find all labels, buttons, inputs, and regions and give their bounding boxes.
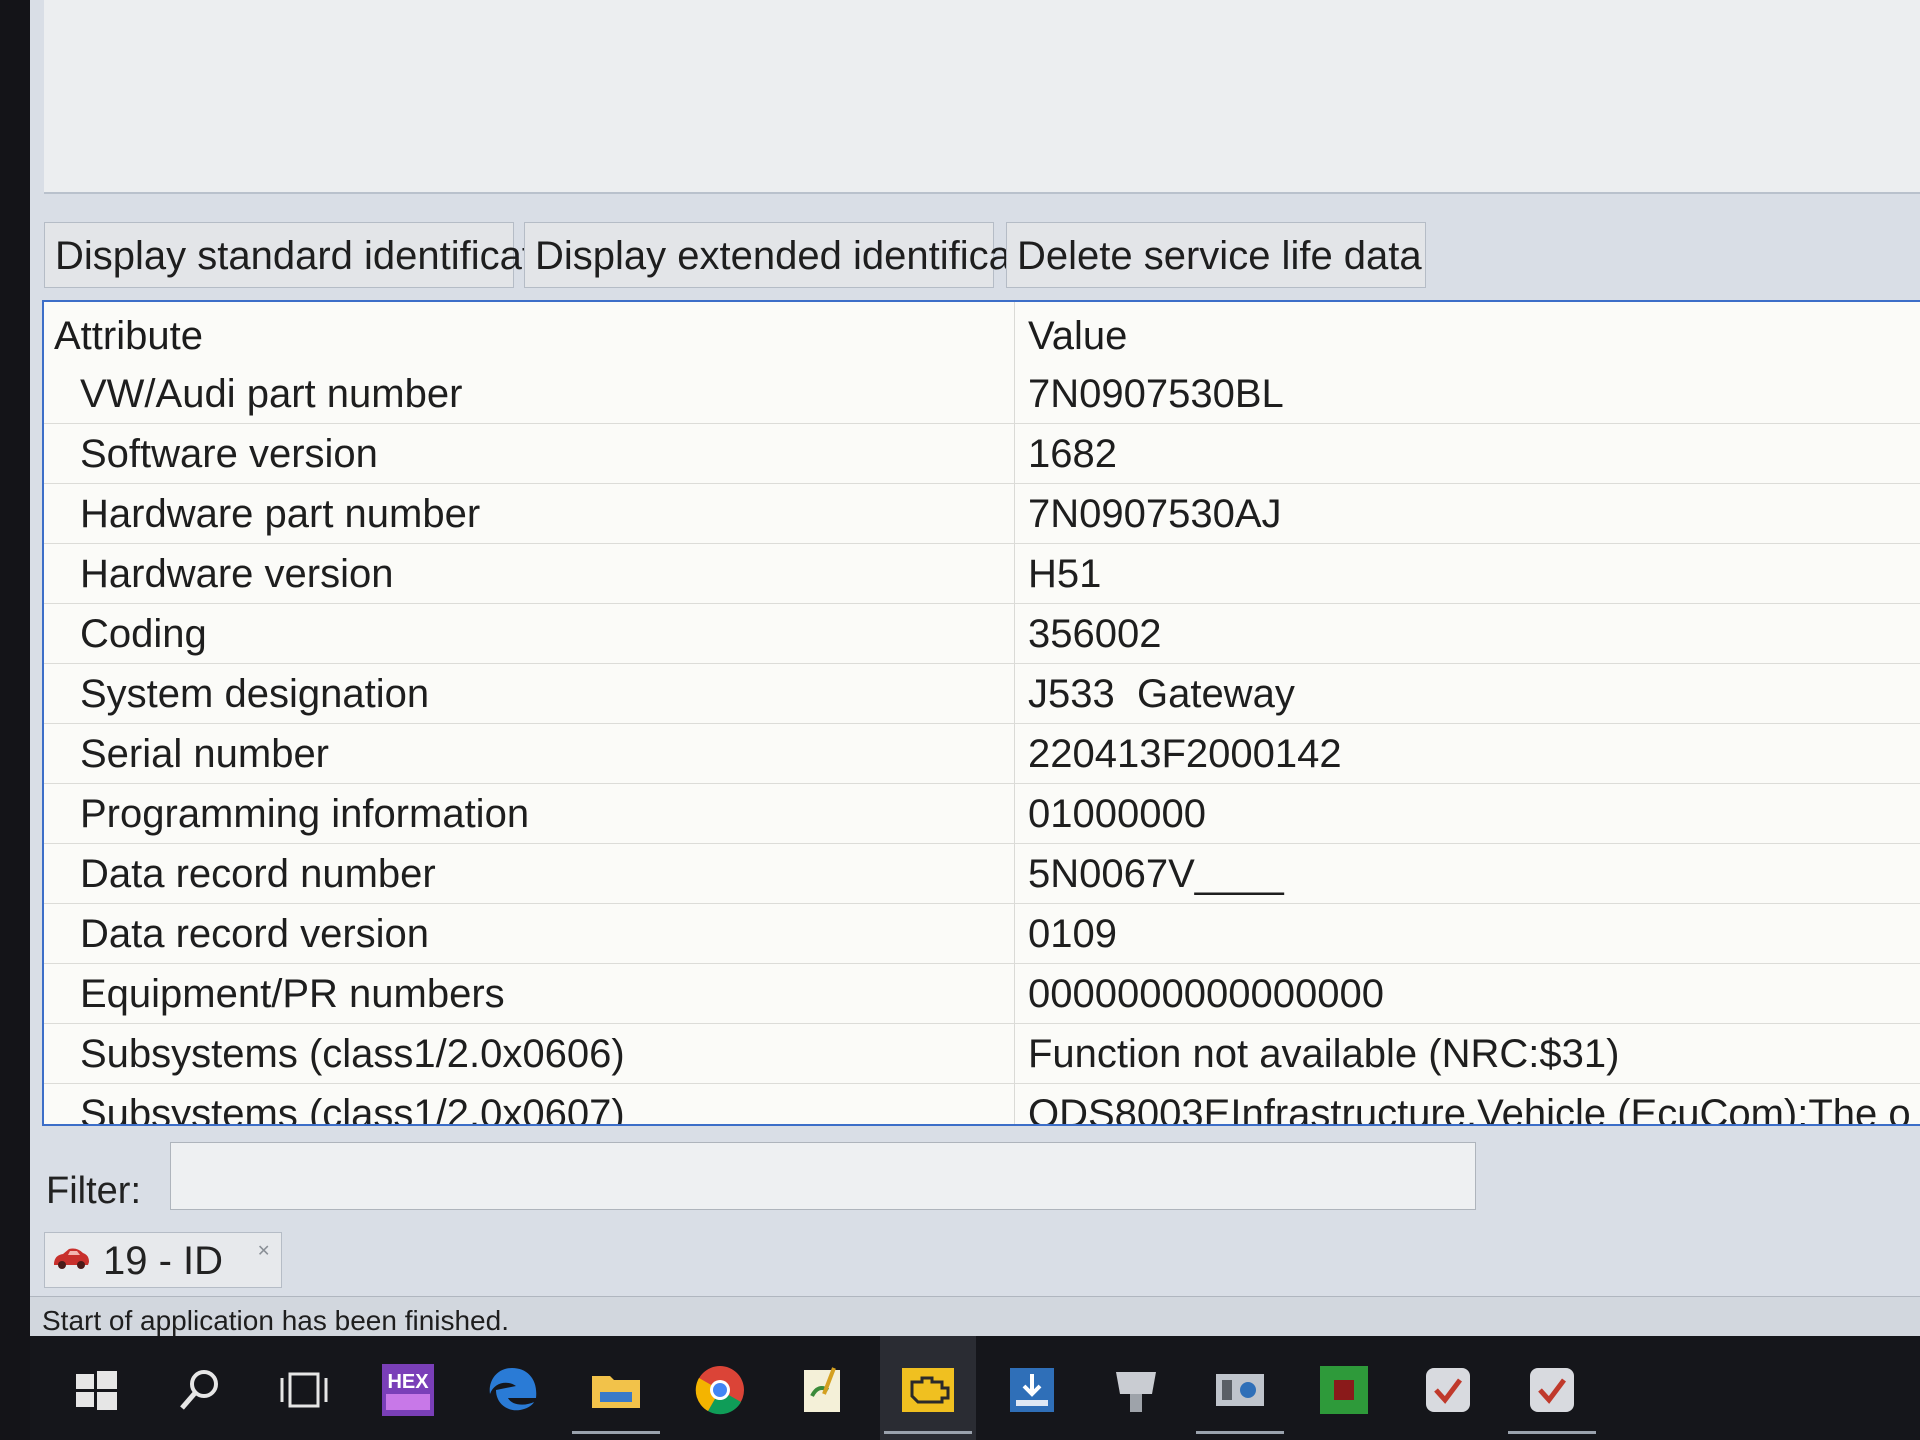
attribute-cell: Programming information xyxy=(80,792,530,836)
filter-input[interactable] xyxy=(170,1142,1476,1210)
attribute-cell: Subsystems (class1/2.0x0607) xyxy=(80,1092,625,1126)
value-cell: 0109 xyxy=(1028,912,1117,956)
value-cell: 7N0907530AJ xyxy=(1028,492,1282,536)
attribute-cell: Equipment/PR numbers xyxy=(80,972,505,1016)
table-row[interactable]: Hardware version H51 xyxy=(44,544,1920,604)
download-tool-icon[interactable] xyxy=(984,1336,1080,1440)
table-row[interactable]: Data record number 5N0067V____ xyxy=(44,844,1920,904)
document-tab-19-id[interactable]: 19 - ID ✕ xyxy=(44,1232,282,1288)
table-row[interactable]: Coding 356002 xyxy=(44,604,1920,664)
attribute-cell: Coding xyxy=(80,612,207,656)
status-bar: Start of application has been finished. xyxy=(30,1296,1920,1336)
chrome-icon[interactable] xyxy=(672,1336,768,1440)
attribute-cell: System designation xyxy=(80,672,430,716)
car-icon xyxy=(54,1248,89,1269)
identification-grid: Attribute Value VW/Audi part number 7N090… xyxy=(42,300,1920,1126)
checkmark-app-icon[interactable] xyxy=(1400,1336,1496,1440)
value-cell: Function not available (NRC:$31) xyxy=(1028,1032,1620,1076)
table-row[interactable]: Subsystems (class1/2.0x0607) ODS8003EInfr… xyxy=(44,1084,1920,1126)
table-row[interactable]: Programming information 01000000 xyxy=(44,784,1920,844)
edge-icon[interactable] xyxy=(464,1336,560,1440)
table-row[interactable]: System designation J533 Gateway xyxy=(44,664,1920,724)
attribute-cell: Data record number xyxy=(80,852,436,896)
notepad-icon[interactable] xyxy=(776,1336,872,1440)
attribute-cell: Hardware version xyxy=(80,552,394,596)
close-tab-icon[interactable]: ✕ xyxy=(257,1241,270,1261)
taskbar-running-indicator xyxy=(1196,1431,1284,1434)
application-window: Display standard identification Display … xyxy=(30,0,1920,1336)
value-cell: 356002 xyxy=(1028,612,1162,656)
table-row[interactable]: VW/Audi part number 7N0907530BL xyxy=(44,364,1920,424)
top-panel xyxy=(44,0,1920,194)
delete-service-life-data-button[interactable]: Delete service life data xyxy=(1006,222,1426,288)
windows-taskbar: HEX xyxy=(30,1336,1920,1440)
filter-label: Filter: xyxy=(46,1170,141,1212)
attribute-column-header[interactable]: Attribute xyxy=(54,314,203,359)
flash-tool-icon[interactable] xyxy=(1192,1336,1288,1440)
table-row[interactable]: Serial number 220413F2000142 xyxy=(44,724,1920,784)
document-tab-label: 19 - ID xyxy=(103,1239,224,1283)
attribute-cell: Serial number xyxy=(80,732,330,776)
table-row[interactable]: Hardware part number 7N0907530AJ xyxy=(44,484,1920,544)
value-cell: 220413F2000142 xyxy=(1028,732,1342,776)
svg-text:HEX: HEX xyxy=(387,1371,429,1393)
attribute-cell: Subsystems (class1/2.0x0606) xyxy=(80,1032,625,1076)
value-cell: H51 xyxy=(1028,552,1102,596)
taskbar-running-indicator xyxy=(572,1431,660,1434)
hex-editor-icon[interactable]: HEX xyxy=(360,1336,456,1440)
value-cell: J533 Gateway xyxy=(1028,672,1295,716)
chip-icon[interactable] xyxy=(1296,1336,1392,1440)
windows-start-icon[interactable] xyxy=(48,1336,144,1440)
attribute-cell: Data record version xyxy=(80,912,430,956)
attribute-cell: VW/Audi part number xyxy=(80,372,463,416)
taskbar-running-indicator xyxy=(1508,1431,1596,1434)
engine-diagnostics-icon[interactable] xyxy=(880,1336,976,1440)
table-row[interactable]: Subsystems (class1/2.0x0606) Function not… xyxy=(44,1024,1920,1084)
grid-rows: VW/Audi part number 7N0907530BL Software … xyxy=(44,364,1920,1126)
value-cell: 1682 xyxy=(1028,432,1117,476)
grid-header: Attribute Value xyxy=(44,302,1920,364)
display-standard-identification-button[interactable]: Display standard identification xyxy=(44,222,586,288)
attribute-cell: Hardware part number xyxy=(80,492,481,536)
file-explorer-icon[interactable] xyxy=(568,1336,664,1440)
filter-bar: Filter: xyxy=(30,1140,1920,1220)
search-icon[interactable] xyxy=(152,1336,248,1440)
attribute-cell: Software version xyxy=(80,432,378,476)
obd-connector-icon[interactable] xyxy=(1088,1336,1184,1440)
value-column-header[interactable]: Value xyxy=(1028,314,1127,359)
task-view-icon[interactable] xyxy=(256,1336,352,1440)
checkmark-app-icon-2[interactable] xyxy=(1504,1336,1600,1440)
value-cell: 01000000 xyxy=(1028,792,1206,836)
value-cell: 5N0067V____ xyxy=(1028,852,1284,896)
display-extended-identification-button[interactable]: Display extended identification xyxy=(524,222,1075,288)
value-cell: ODS8003EInfrastructure.Vehicle (EcuCom):… xyxy=(1028,1092,1911,1126)
table-row[interactable]: Software version 1682 xyxy=(44,424,1920,484)
table-row[interactable]: Data record version 0109 xyxy=(44,904,1920,964)
value-cell: 0000000000000000 xyxy=(1028,972,1384,1016)
status-text: Start of application has been finished. xyxy=(42,1305,509,1336)
table-row[interactable]: Equipment/PR numbers 0000000000000000 xyxy=(44,964,1920,1024)
value-cell: 7N0907530BL xyxy=(1028,372,1284,416)
taskbar-running-indicator xyxy=(884,1431,972,1434)
